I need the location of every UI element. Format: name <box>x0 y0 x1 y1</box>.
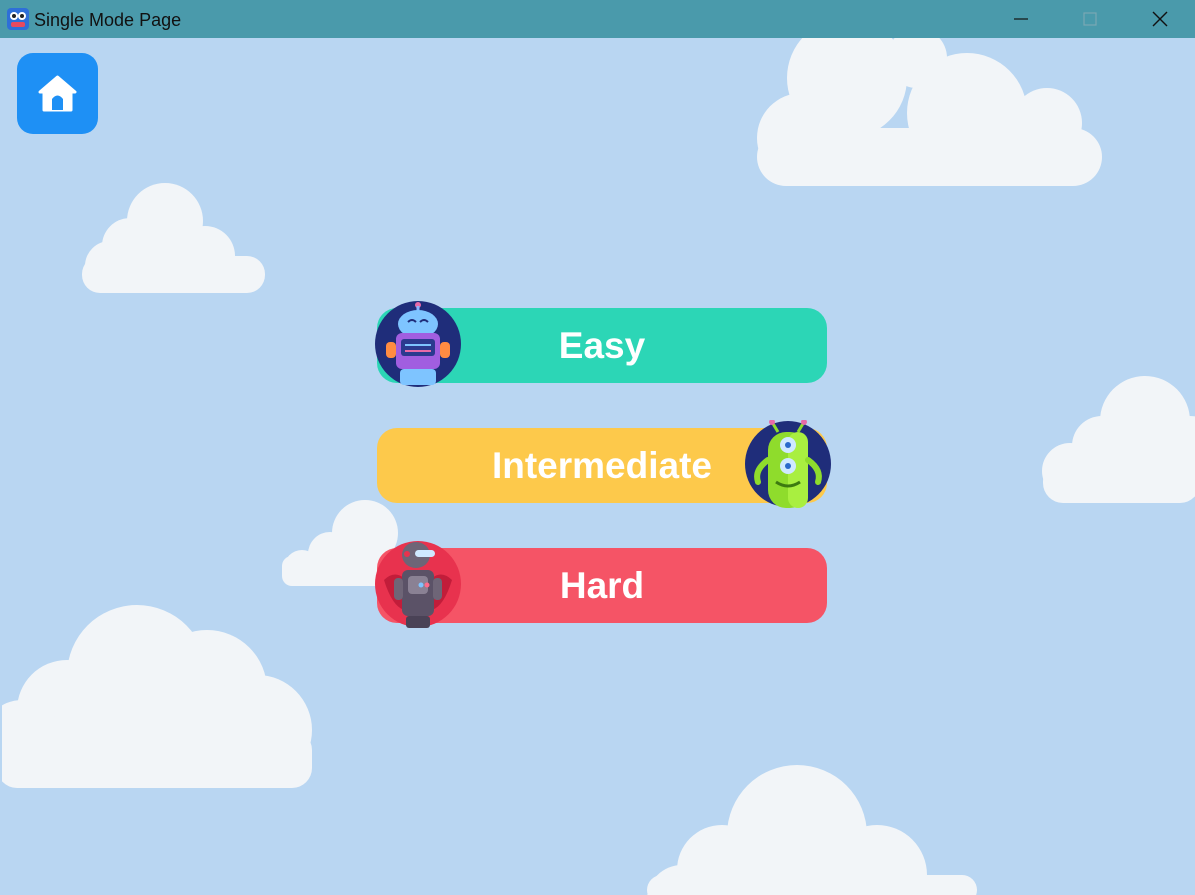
title-bar[interactable]: Single Mode Page <box>0 0 1195 38</box>
home-icon <box>38 75 77 112</box>
close-button[interactable] <box>1125 0 1195 38</box>
robot-app-icon <box>7 8 29 30</box>
main-content: Easy Intermediate Hard <box>2 38 1195 895</box>
maximize-icon <box>1083 12 1097 26</box>
robot-avatar-icon <box>375 301 461 387</box>
gray-robot-avatar-icon <box>375 541 461 628</box>
minimize-button[interactable] <box>986 0 1056 38</box>
cloud-decoration <box>1042 376 1195 503</box>
home-button[interactable] <box>17 53 98 134</box>
cloud-decoration <box>757 38 1102 186</box>
close-icon <box>1152 11 1168 27</box>
cloud-decoration <box>647 765 977 895</box>
app-window: Single Mode Page Easy Intermediate Hard <box>0 0 1195 895</box>
cloud-decoration <box>2 605 312 788</box>
maximize-button[interactable] <box>1055 0 1125 38</box>
minimize-icon <box>1014 18 1028 20</box>
window-title: Single Mode Page <box>34 10 182 30</box>
green-monster-avatar-icon <box>745 420 831 508</box>
cloud-decoration <box>82 183 265 293</box>
